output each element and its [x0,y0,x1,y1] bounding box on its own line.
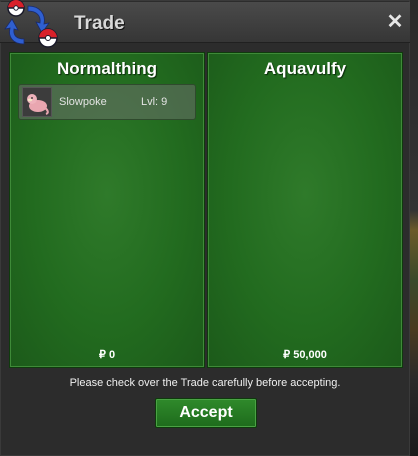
trade-item-slot[interactable]: Slowpoke Lvl: 9 [18,84,196,120]
trade-notice: Please check over the Trade carefully be… [69,377,341,389]
trade-swap-icon [4,0,58,48]
offer-panel-right: Aquavulfy ₽ 50,000 [207,52,403,368]
money-offer-left: ₽ 0 [98,349,116,361]
player-name-left: Normalthing [56,59,158,78]
window-title: Trade [74,13,125,34]
accept-button[interactable]: Accept [155,398,257,428]
slowpoke-sprite-icon [22,87,52,117]
offer-panel-left: Normalthing Slowpoke Lvl: 9 ₽ 0 [9,52,205,368]
player-name-right: Aquavulfy [263,59,347,78]
item-name: Slowpoke [59,96,107,108]
money-offer-right: ₽ 50,000 [283,349,327,361]
close-icon[interactable]: ✕ [384,11,406,33]
item-level: Lvl: 9 [141,96,168,108]
trade-window: Trade ✕ Normalthing Slowpoke Lvl: 9 ₽ 0 … [0,0,410,456]
background-scene [410,0,418,456]
